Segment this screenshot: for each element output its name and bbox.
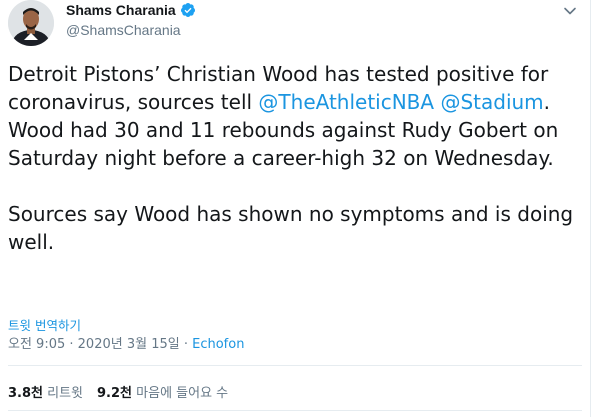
meta-separator: ·: [65, 337, 78, 352]
meta-separator: ·: [179, 337, 193, 352]
mention-link-theathleticnba[interactable]: @TheAthleticNBA: [258, 90, 434, 114]
mention-link-stadium[interactable]: @Stadium: [440, 90, 543, 114]
tweet-date[interactable]: 2020년 3월 15일: [78, 337, 180, 352]
retweet-count-link[interactable]: 3.8천 리트윗: [8, 386, 83, 401]
tweet-stats: 3.8천 리트윗 9.2천 마음에 들어요 수: [8, 382, 242, 401]
divider: [8, 410, 582, 411]
retweet-count: 3.8천: [8, 386, 43, 401]
tweet-paragraph-2: Sources say Wood has shown no symptoms a…: [8, 202, 574, 254]
divider: [8, 365, 582, 366]
tweet-text: Detroit Pistons’ Christian Wood has test…: [8, 60, 583, 256]
like-count-link[interactable]: 9.2천 마음에 들어요 수: [97, 386, 228, 401]
like-count: 9.2천: [97, 386, 133, 401]
tweet-time[interactable]: 오전 9:05: [8, 337, 65, 352]
author-name[interactable]: Shams Charania: [66, 2, 176, 18]
author-avatar[interactable]: [8, 0, 54, 46]
tweet-source-link[interactable]: Echofon: [192, 337, 244, 352]
chevron-down-icon[interactable]: [563, 4, 577, 18]
translate-tweet-link[interactable]: 트윗 번역하기: [8, 315, 81, 334]
author-name-row[interactable]: Shams Charania: [66, 2, 196, 18]
tweet-metadata: 오전 9:05 · 2020년 3월 15일 · Echofon: [8, 333, 244, 352]
like-label: 마음에 들어요 수: [132, 386, 229, 401]
verified-badge-icon: [180, 3, 195, 17]
author-handle[interactable]: @ShamsCharania: [66, 22, 181, 38]
tweet-card: Shams Charania @ShamsCharania Detroit Pi…: [0, 0, 591, 417]
retweet-label: 리트윗: [43, 386, 84, 401]
avatar-image: [8, 0, 54, 46]
tweet-paragraph-1: Detroit Pistons’ Christian Wood has test…: [8, 60, 583, 172]
